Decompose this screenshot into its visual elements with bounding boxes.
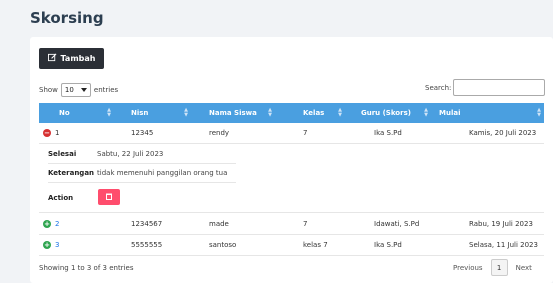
column-header-label: Guru (Skors) [361,109,411,117]
column-header-label: Kelas [303,109,325,117]
search-label: Search: [425,83,452,92]
content-card: Tambah Show 10 entries Search: No ▲ ▼ Nis… [30,37,553,283]
previous-button[interactable]: Previous [453,264,483,272]
row-no: 1 [55,129,60,137]
row-mulai: Rabu, 19 Juli 2023 [469,220,533,228]
delete-button[interactable] [98,189,120,205]
row-nisn: 1234567 [131,220,163,228]
column-header-label: Nisn [131,109,149,117]
column-header-label: No [59,109,70,117]
column-header-label: Mulai [439,109,461,117]
row-nama: rendy [209,129,230,137]
chevron-down-icon [80,86,87,94]
column-header-nisn[interactable]: Nisn ▲ ▼ [103,103,191,123]
row-nama: made [209,220,229,228]
sort-icon: ▲ ▼ [268,107,272,118]
table-row[interactable]: − 1 12345 rendy 7 Ika S.Pd Kamis, 20 Jul… [39,123,544,144]
column-header-guru[interactable]: Guru (Skors) ▲ ▼ [345,103,431,123]
column-header-kelas[interactable]: Kelas ▲ ▼ [275,103,345,123]
show-label: Show [39,86,58,94]
row-no-cell: + 3 [43,235,59,255]
row-kelas: kelas 7 [303,241,328,249]
entries-select[interactable]: 10 [60,83,91,97]
row-nisn: 12345 [131,129,154,137]
table-row[interactable]: + 3 5555555 santoso kelas 7 Ika S.Pd Sel… [39,235,544,256]
row-no[interactable]: 2 [55,220,59,228]
detail-keterangan-value: tidak memenuhi panggilan orang tua [97,169,228,177]
page-button-1[interactable]: 1 [490,259,508,276]
collapse-row-icon[interactable]: − [43,129,51,137]
edit-icon [47,53,57,64]
sort-icon: ▲ ▼ [184,107,188,118]
entries-label: entries [93,86,119,94]
sort-icon: ▲ ▼ [424,107,428,118]
row-mulai: Selasa, 11 Juli 2023 [469,241,538,249]
row-guru: Ika S.Pd [374,129,402,137]
next-button[interactable]: Next [516,264,532,272]
row-kelas: 7 [303,129,308,137]
detail-selesai-label: Selesai [48,150,77,158]
row-detail: Selesai Sabtu, 22 Juli 2023 Keterangan t… [39,145,544,213]
row-nama: santoso [209,241,237,249]
detail-selesai: Selesai Sabtu, 22 Juli 2023 [48,145,236,164]
detail-action-label: Action [48,194,74,202]
detail-action: Action [48,183,236,213]
row-no-cell: − 1 [43,123,59,143]
expand-row-icon[interactable]: + [43,220,51,228]
detail-keterangan-label: Keterangan [48,169,95,177]
length-control: Show 10 entries [39,83,118,97]
table-row[interactable]: + 2 1234567 made 7 Idawati, S.Pd Rabu, 1… [39,214,544,235]
search-control: Search: [425,79,546,96]
detail-selesai-value: Sabtu, 22 Juli 2023 [97,150,164,158]
row-mulai: Kamis, 20 Juli 2023 [469,129,537,137]
row-guru: Idawati, S.Pd [374,220,420,228]
pagination: Previous 1 Next [453,259,532,276]
trash-icon [106,193,112,202]
row-no[interactable]: 3 [55,241,59,249]
table-header: No ▲ ▼ Nisn ▲ ▼ Nama Siswa ▲ ▼ Kelas ▲ ▼ Gur… [39,103,544,123]
row-guru: Ika S.Pd [374,241,402,249]
row-no-cell: + 2 [43,214,59,234]
column-header-label: Nama Siswa [209,109,257,117]
add-button-label: Tambah [60,54,96,63]
expand-row-icon[interactable]: + [43,241,51,249]
sort-icon: ▲ ▼ [537,107,541,118]
add-button[interactable]: Tambah [39,48,104,69]
column-header-mulai[interactable]: Mulai ▲ ▼ [431,103,544,123]
row-nisn: 5555555 [131,241,163,249]
detail-keterangan: Keterangan tidak memenuhi panggilan oran… [48,164,236,183]
page-title: Skorsing [30,9,104,27]
sort-icon: ▲ ▼ [338,107,342,118]
row-kelas: 7 [303,220,308,228]
column-header-nama-siswa[interactable]: Nama Siswa ▲ ▼ [191,103,275,123]
search-input[interactable] [453,79,546,96]
table-info: Showing 1 to 3 of 3 entries [39,264,134,272]
entries-select-value: 10 [64,86,74,94]
